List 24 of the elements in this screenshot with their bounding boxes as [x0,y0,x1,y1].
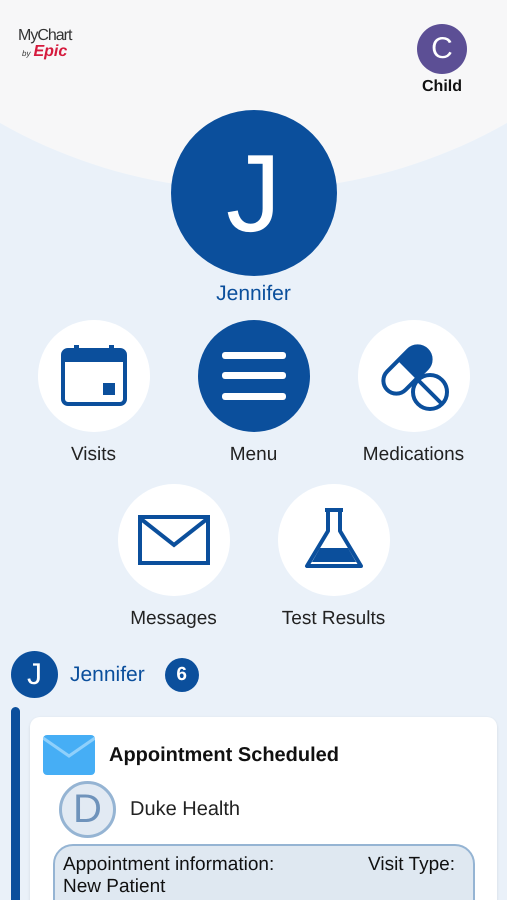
notification-card[interactable]: Appointment Scheduled D Duke Health Appointment information: Visit Type: New Patient [30,717,497,900]
feed-name: Jennifer [70,662,145,686]
shortcut-label: Messages [130,608,217,630]
preview-text: New Patient [63,876,166,897]
calendar-icon [60,345,128,407]
org-name: Duke Health [130,798,240,821]
logo-by: by [22,50,30,58]
count-badge: 6 [164,658,199,692]
mail-icon [138,515,210,565]
org-avatar: D [59,781,116,838]
shortcut-label: Visits [70,444,116,466]
shortcut-label: Test Results [282,608,386,630]
menu-icon [222,352,286,400]
shortcut-label: Menu [230,444,278,466]
card-title: Appointment Scheduled [109,744,339,766]
logo-brand: Epic [33,44,68,60]
patient-name: Jennifer [216,282,291,306]
preview-text: Visit Type: [368,854,455,876]
proxy-label: Child [422,78,462,96]
preview-text: Appointment information: [63,854,274,876]
shortcut-label: Medications [362,444,464,466]
envelope-icon [43,735,95,775]
feed-avatar: J [11,651,58,698]
logo-name: MyChart [18,28,72,44]
